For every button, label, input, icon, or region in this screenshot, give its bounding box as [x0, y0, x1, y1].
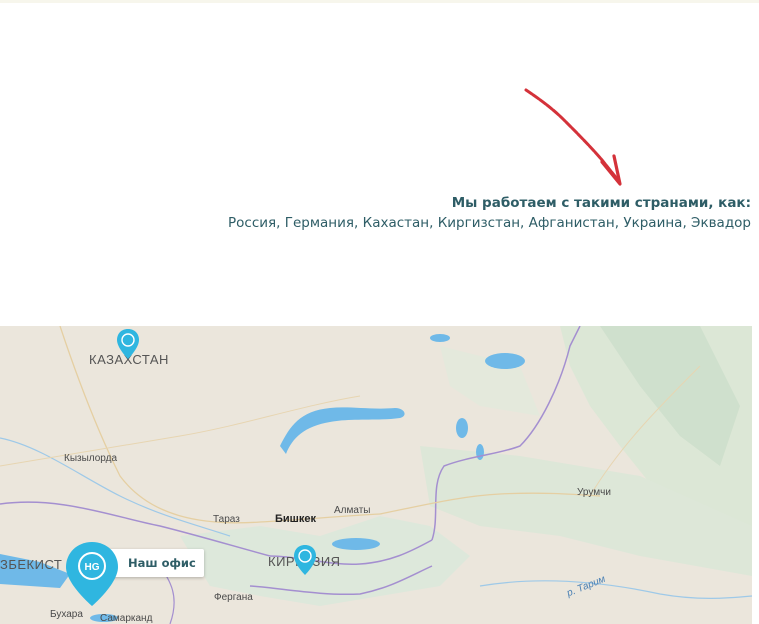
label-taraz: Тараз — [213, 514, 240, 525]
label-kyzylorda: Кызылорда — [64, 453, 118, 464]
label-samarkand: Самарканд — [100, 613, 153, 624]
office-label: Наш офис — [128, 556, 196, 570]
countries-list: Россия, Германия, Кахастан, Киргизстан, … — [228, 215, 751, 231]
office-pin-logo: HG — [85, 562, 100, 573]
label-bukhara: Бухара — [50, 609, 83, 620]
red-arrow-icon — [524, 88, 622, 186]
top-divider — [0, 0, 759, 3]
office-pin-icon[interactable]: HG — [64, 540, 120, 608]
countries-info: Мы работаем с такими странами, как: Росс… — [228, 194, 751, 232]
countries-title: Мы работаем с такими странами, как: — [451, 195, 751, 211]
label-fergana: Фергана — [214, 592, 253, 603]
map-pin-kyrgyzstan[interactable] — [293, 544, 317, 576]
label-uzbekistan: ЗБЕКИСТ — [0, 557, 63, 572]
map-pin-kazakhstan[interactable] — [116, 328, 140, 360]
label-urumqi: Урумчи — [577, 487, 611, 498]
map-widget[interactable]: КАЗАХСТАН Кызылорда Тараз Бишкек Алматы … — [0, 326, 752, 624]
label-bishkek: Бишкек — [275, 513, 316, 525]
label-almaty: Алматы — [334, 505, 371, 516]
